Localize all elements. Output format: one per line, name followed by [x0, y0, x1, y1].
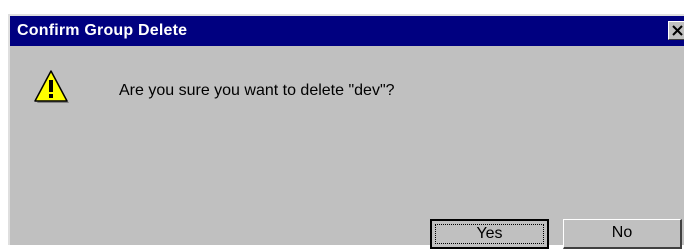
close-button[interactable] [668, 21, 684, 40]
confirm-dialog: Confirm Group Delete Are you sure you wa… [8, 14, 684, 249]
confirm-message: Are you sure you want to delete "dev"? [119, 82, 395, 99]
dialog-title: Confirm Group Delete [17, 22, 188, 39]
yes-button-label: Yes [476, 225, 503, 242]
close-icon [672, 25, 683, 36]
warning-icon [34, 70, 69, 103]
title-bar[interactable]: Confirm Group Delete [10, 16, 684, 46]
no-button-label: No [611, 224, 633, 241]
